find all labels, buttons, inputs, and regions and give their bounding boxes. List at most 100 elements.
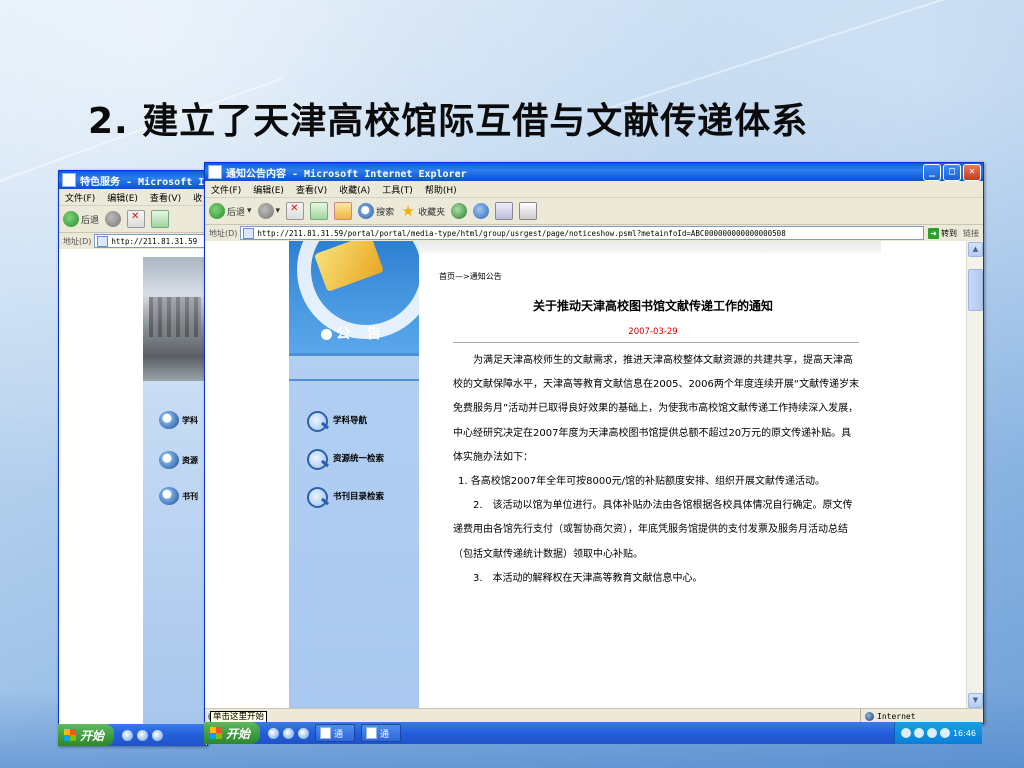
taskbar-window-button[interactable]: 通 <box>361 724 402 742</box>
front-taskbar: 开始 通 通 16:46 <box>204 722 982 744</box>
magnifier-icon <box>305 447 329 470</box>
media-quicklaunch-icon[interactable] <box>283 727 295 739</box>
history-icon <box>473 203 490 219</box>
minimize-button[interactable]: _ <box>923 163 941 181</box>
antivirus-icon[interactable] <box>926 728 937 738</box>
scroll-thumb[interactable] <box>968 269 983 311</box>
back-nav-catalog[interactable]: 书刊 <box>159 487 198 505</box>
edit-icon <box>519 202 538 220</box>
star-icon: ★ <box>401 202 415 220</box>
front-toolbar: 后退▾ ▾ 搜索 ★收藏夹 <box>205 198 983 225</box>
page-icon <box>243 227 255 239</box>
back-button[interactable]: 后退 <box>63 211 99 227</box>
notice-date: 2007-03-29 <box>628 327 678 337</box>
back-address-input[interactable]: http://211.81.31.59 <box>94 234 207 248</box>
clock[interactable]: 16:46 <box>953 729 976 738</box>
history-button[interactable] <box>473 203 490 219</box>
quick-launch <box>268 727 310 739</box>
notice-title: 关于推动天津高校图书馆文献传递工作的通知 <box>532 299 773 313</box>
front-window-title: 通知公告内容 - Microsoft Internet Explorer <box>226 168 467 180</box>
links-button[interactable]: 链接 <box>963 228 983 239</box>
library-photo <box>143 257 207 381</box>
stop-button[interactable] <box>127 210 146 228</box>
refresh-button[interactable] <box>310 202 329 220</box>
menu-help[interactable]: 帮助(H) <box>425 183 457 196</box>
menu-view[interactable]: 查看(V) <box>150 191 181 204</box>
menu-view[interactable]: 查看(V) <box>296 183 327 196</box>
scroll-down-button[interactable]: ▼ <box>968 693 983 708</box>
front-window-titlebar[interactable]: 通知公告内容 - Microsoft Internet Explorer _ □… <box>205 163 983 181</box>
windows-flag-icon <box>64 729 76 741</box>
home-button[interactable] <box>334 202 353 220</box>
menu-file[interactable]: 文件(F) <box>211 183 241 196</box>
menu-file[interactable]: 文件(F) <box>65 191 95 204</box>
home-icon <box>334 202 353 220</box>
stop-icon <box>286 202 305 220</box>
back-nav-resource[interactable]: 资源 <box>159 451 198 469</box>
notice-paragraph: 3. 本活动的解释权在天津高等教育文献信息中心。 <box>473 572 703 584</box>
stop-button[interactable] <box>286 202 305 220</box>
notice-body: 为满足天津高校师生的文献需求，推进天津高校整体文献资源的共建共享，提高天津高校的… <box>453 349 861 591</box>
forward-button[interactable] <box>105 211 122 227</box>
ie-quicklaunch-icon[interactable] <box>268 727 280 739</box>
back-side-panel <box>143 381 207 731</box>
edit-button[interactable] <box>519 202 538 220</box>
back-address-bar: 地址(D) http://211.81.31.59 <box>59 233 207 250</box>
taskbar-window-button[interactable]: 通 <box>315 724 356 742</box>
back-browser-window[interactable]: 特色服务 - Microsoft I 文件(F) 编辑(E) 查看(V) 收 后… <box>58 170 208 746</box>
forward-button[interactable]: ▾ <box>257 203 280 219</box>
desktop-quicklaunch-icon[interactable] <box>298 727 310 739</box>
stop-icon <box>127 210 146 228</box>
banner-label: 公 告 <box>289 323 419 343</box>
magnifier-icon <box>305 409 329 432</box>
start-button[interactable]: 开始 <box>204 722 261 744</box>
network-icon[interactable] <box>900 728 911 738</box>
back-nav-subject[interactable]: 学科 <box>159 411 198 429</box>
menu-edit[interactable]: 编辑(E) <box>107 191 138 204</box>
input-method-icon[interactable] <box>939 728 950 738</box>
notice-paragraph: 2. 该活动以馆为单位进行。具体补贴办法由各馆根据各校具体情况自行确定。原文传递… <box>453 500 853 560</box>
front-browser-window[interactable]: 通知公告内容 - Microsoft Internet Explorer _ □… <box>204 162 984 724</box>
menu-edit[interactable]: 编辑(E) <box>253 183 284 196</box>
media-quicklaunch-icon[interactable] <box>137 729 149 741</box>
mail-button[interactable] <box>495 202 514 220</box>
close-button[interactable]: ✕ <box>963 163 981 181</box>
title-divider <box>453 342 859 343</box>
volume-icon[interactable] <box>913 728 924 738</box>
menu-favorites[interactable]: 收藏(A) <box>339 183 370 196</box>
back-page-content: 学科 资源 书刊 <box>59 249 207 731</box>
scroll-up-button[interactable]: ▲ <box>968 242 983 257</box>
front-address-input[interactable]: http://211.81.31.59/portal/portal/media-… <box>240 226 924 240</box>
back-button[interactable]: 后退 ▾ <box>209 203 252 219</box>
back-window-titlebar[interactable]: 特色服务 - Microsoft I <box>59 171 207 189</box>
vertical-scrollbar[interactable]: ▲ ▼ <box>966 241 983 709</box>
panel-divider <box>289 379 419 381</box>
menu-tools[interactable]: 工具(T) <box>382 183 413 196</box>
breadcrumb[interactable]: 首页—>通知公告 <box>439 271 502 282</box>
magnifier-icon <box>159 411 179 429</box>
panel-divider <box>289 353 419 356</box>
ie-quicklaunch-icon[interactable] <box>122 729 134 741</box>
forward-arrow-icon <box>257 203 274 219</box>
menu-favorites[interactable]: 收 <box>193 191 202 204</box>
go-button[interactable]: ➜ 转到 <box>928 227 957 239</box>
maximize-button[interactable]: □ <box>943 163 961 181</box>
bullet-dot-icon <box>321 328 333 340</box>
nav-subject-guide[interactable]: 学科导航 <box>305 409 367 432</box>
refresh-button[interactable] <box>151 210 170 228</box>
nav-unified-search[interactable]: 资源统一检索 <box>305 447 384 470</box>
desktop-quicklaunch-icon[interactable] <box>152 729 164 741</box>
nav-catalog-search[interactable]: 书刊目录检索 <box>305 485 384 508</box>
search-button[interactable]: 搜索 <box>358 203 394 219</box>
back-arrow-icon <box>209 203 225 219</box>
media-button[interactable] <box>451 203 468 219</box>
windows-flag-icon <box>210 727 222 739</box>
favorites-button[interactable]: ★ 收藏夹 <box>400 203 445 219</box>
forward-arrow-icon <box>105 211 122 227</box>
start-button[interactable]: 开始 <box>58 724 115 746</box>
notice-banner: 公 告 <box>289 241 419 353</box>
refresh-icon <box>151 210 170 228</box>
ie-page-icon <box>320 727 332 739</box>
front-statusbar: 完毕 Internet <box>205 708 983 723</box>
security-zone: Internet <box>860 709 983 723</box>
